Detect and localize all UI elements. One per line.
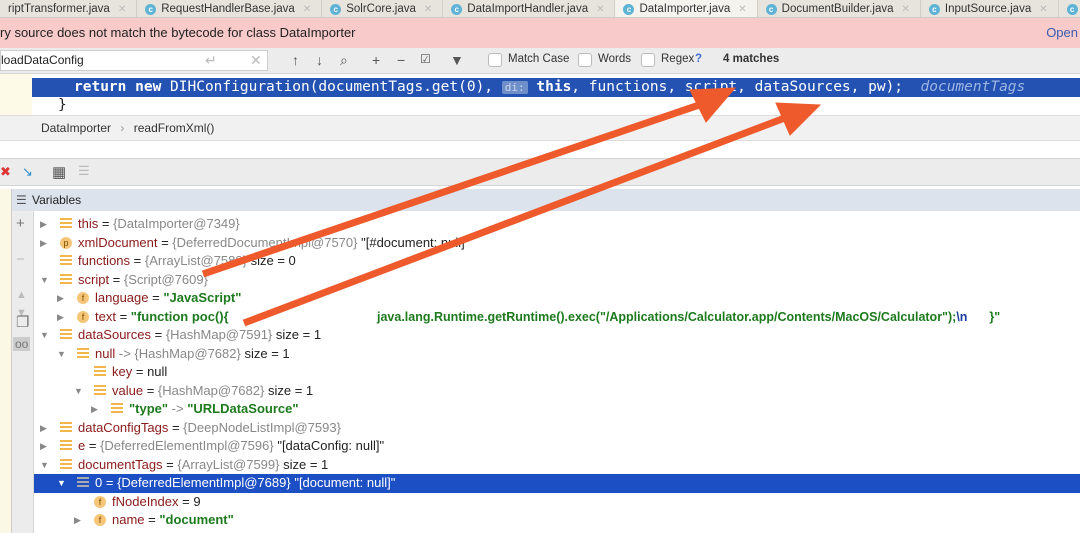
arrow-to-datasources [242, 112, 792, 327]
arrowhead-datasources [775, 102, 822, 136]
annotation-arrows [201, 87, 822, 327]
arrow-to-script [201, 99, 707, 278]
